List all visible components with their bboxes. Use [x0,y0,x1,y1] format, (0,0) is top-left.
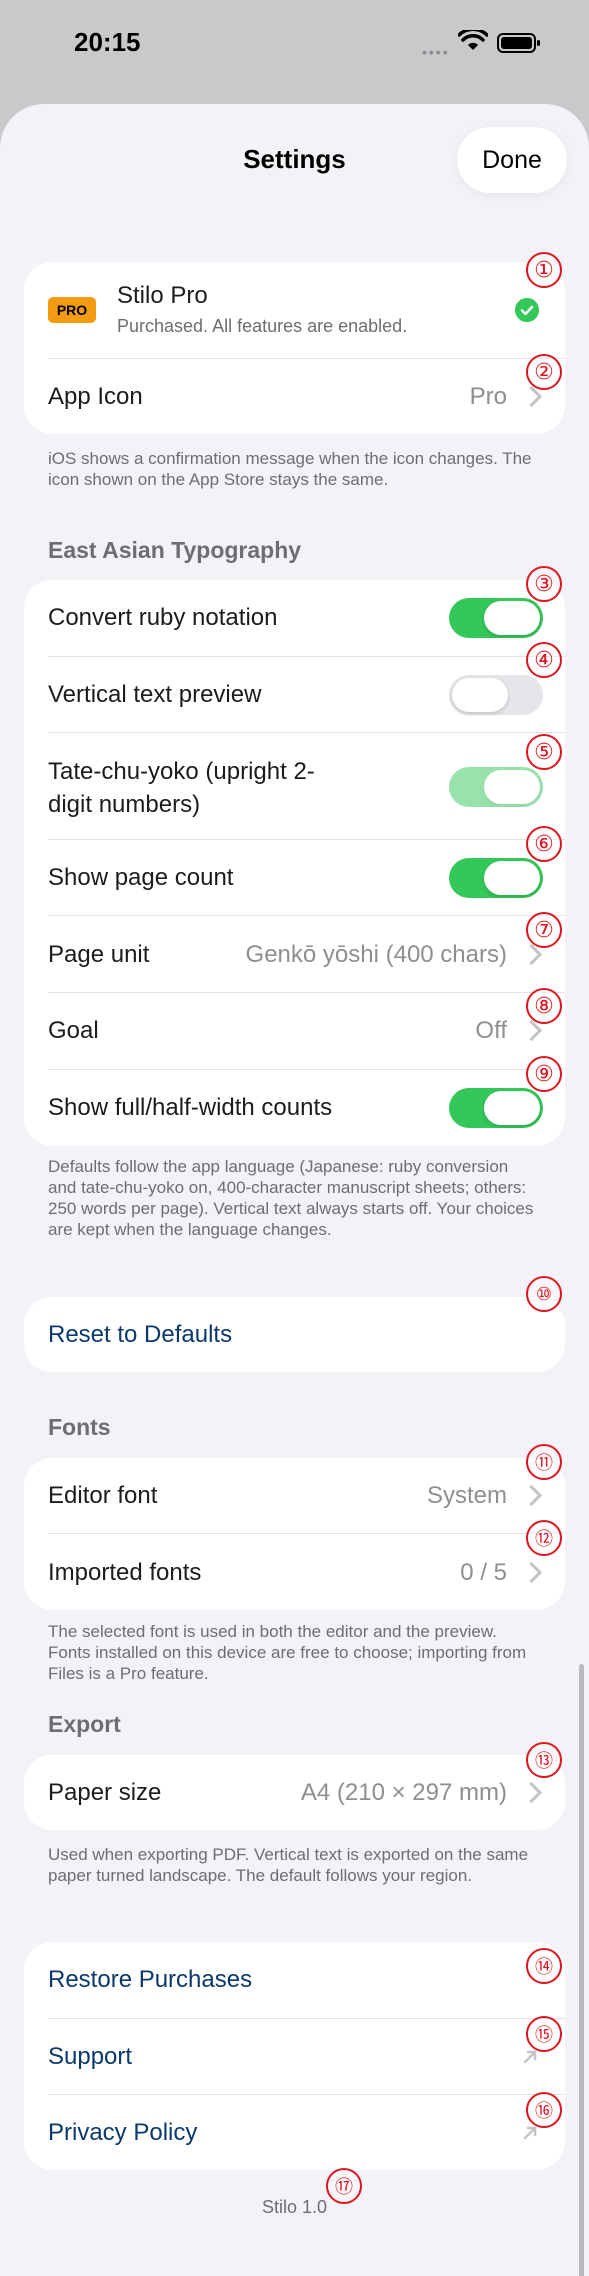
full-half-width-row: Show full/half-width counts [24,1070,565,1146]
vertical-preview-label: Vertical text preview [48,681,262,708]
paper-size-value: A4 (210 × 297 mm) [300,1779,507,1806]
editor-font-row[interactable]: Editor font System [24,1458,565,1533]
imported-fonts-label: Imported fonts [48,1559,202,1586]
convert-ruby-label: Convert ruby notation [48,604,278,631]
chevron-right-icon [520,1781,543,1804]
annotation-marker: ③ [526,566,562,602]
restore-purchases-row[interactable]: Restore Purchases [24,1942,565,2018]
pro-badge: PRO [48,297,96,323]
section-header-fonts: Fonts [48,1414,111,1440]
vertical-preview-row: Vertical text preview [24,657,565,732]
annotation-marker: ⑦ [526,912,562,948]
annotation-marker: ① [526,252,562,288]
wifi-icon [458,30,488,50]
annotation-marker: ⑪ [526,1444,562,1480]
signal-dots-icon: •••• [422,44,450,60]
full-half-width-toggle[interactable] [449,1088,543,1128]
reset-to-defaults-button[interactable]: Reset to Defaults [48,1321,232,1349]
show-page-count-row: Show page count [24,840,565,915]
page-unit-row[interactable]: Page unit Genkō yōshi (400 chars) [24,916,565,992]
annotation-marker: ⑯ [526,2092,562,2128]
status-bar: 20:15 •••• [0,0,589,90]
annotation-marker: ⑬ [526,1742,562,1778]
tate-chu-yoko-row: Tate-chu-yoko (upright 2- digit numbers) [24,733,565,839]
annotation-marker: ⑮ [526,2016,562,2052]
tate-chu-yoko-label-line1: Tate-chu-yoko (upright 2- [48,758,315,785]
vertical-preview-toggle[interactable] [449,675,543,715]
chevron-right-icon [520,1561,543,1584]
typography-footer: Defaults follow the app language (Japane… [48,1157,534,1239]
annotation-marker: ⑧ [526,988,562,1024]
export-card: Paper size A4 (210 × 297 mm) [24,1755,565,1830]
pro-card: PRO Stilo Pro Purchased. All features ar… [24,262,565,434]
links-card: Restore Purchases Support Privacy Policy [24,1942,565,2170]
reset-card: Reset to Defaults [24,1297,565,1372]
editor-font-label: Editor font [48,1482,158,1509]
app-icon-label: App Icon [48,383,143,410]
battery-icon [497,33,540,53]
app-icon-row[interactable]: App Icon Pro [24,359,565,434]
privacy-policy-row[interactable]: Privacy Policy [24,2095,565,2170]
tate-chu-yoko-label: Tate-chu-yoko (upright 2- digit numbers) [48,755,315,821]
pro-title: Stilo Pro [117,282,208,309]
reset-row[interactable]: Reset to Defaults [24,1297,565,1372]
imported-fonts-value: 0 / 5 [460,1559,507,1586]
section-header-typography: East Asian Typography [48,537,302,563]
show-page-count-toggle[interactable] [449,858,543,898]
done-button[interactable]: Done [457,127,567,193]
restore-purchases-button[interactable]: Restore Purchases [48,1966,252,1994]
paper-size-label: Paper size [48,1779,162,1806]
imported-fonts-row[interactable]: Imported fonts 0 / 5 [24,1534,565,1610]
privacy-policy-link[interactable]: Privacy Policy [48,2119,197,2147]
page-unit-label: Page unit [48,941,150,968]
tate-chu-yoko-toggle[interactable] [449,767,543,807]
app-icon-value: Pro [469,383,507,410]
goal-label: Goal [48,1017,99,1044]
app-icon-footer: iOS shows a confirmation message when th… [48,449,532,489]
annotation-marker: ⑰ [326,2168,362,2204]
tate-chu-yoko-label-line2: digit numbers) [48,791,201,818]
support-row[interactable]: Support [24,2019,565,2094]
full-half-width-label: Show full/half-width counts [48,1094,333,1121]
chevron-right-icon [520,1484,543,1507]
pro-subtitle: Purchased. All features are enabled. [117,316,408,336]
editor-font-value: System [426,1482,507,1509]
convert-ruby-toggle[interactable] [449,598,543,638]
section-header-export: Export [48,1711,121,1737]
checkmark-icon [515,298,539,322]
convert-ruby-row: Convert ruby notation [24,580,565,656]
annotation-marker: ⑨ [526,1056,562,1092]
paper-size-row[interactable]: Paper size A4 (210 × 297 mm) [24,1755,565,1830]
annotation-marker: ⑭ [526,1948,562,1984]
fonts-footer: The selected font is used in both the ed… [48,1622,527,1683]
page-unit-value: Genkō yōshi (400 chars) [245,941,507,968]
support-link[interactable]: Support [48,2043,132,2071]
show-page-count-label: Show page count [48,864,234,891]
annotation-marker: ④ [526,642,562,678]
annotation-marker: ② [526,354,562,390]
annotation-marker: ⑥ [526,826,562,862]
pro-row: PRO Stilo Pro Purchased. All features ar… [24,262,565,358]
goal-value: Off [475,1017,507,1044]
settings-sheet: Settings Done PRO Stilo Pro Purchased. A… [0,104,589,2276]
typography-card: Convert ruby notation Vertical text prev… [24,580,565,1146]
fonts-card: Editor font System Imported fonts 0 / 5 [24,1458,565,1610]
annotation-marker: ⑤ [526,734,562,770]
scrollbar[interactable] [579,1664,584,2276]
export-footer: Used when exporting PDF. Vertical text i… [48,1845,529,1885]
annotation-marker: ⑫ [526,1520,562,1556]
annotation-marker: ⑩ [526,1276,562,1312]
app-version: Stilo 1.0 [261,2197,328,2217]
status-time: 20:15 [74,27,141,57]
goal-row[interactable]: Goal Off [24,993,565,1069]
